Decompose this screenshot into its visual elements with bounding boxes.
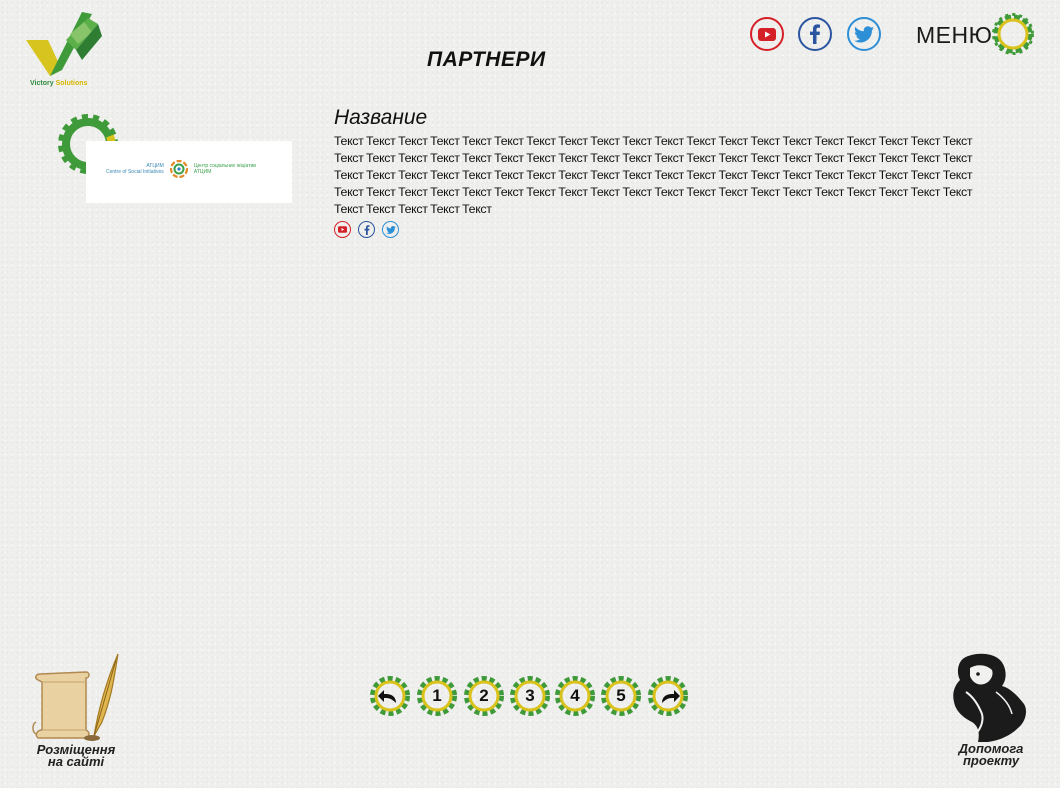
help-project-label[interactable]: Допомога проекту [950,742,1032,768]
page-title: ПАРТНЕРИ [427,48,546,71]
scroll-quill-icon [32,653,119,741]
menu-label[interactable]: МЕНЮ [916,22,992,49]
partner-youtube-button[interactable] [334,221,351,238]
logo-text-accent: Solutions [55,80,88,87]
page-number: 4 [570,686,580,705]
facebook-icon [810,24,820,44]
youtube-icon [338,226,347,233]
page-number: 1 [432,686,442,705]
twitter-icon [385,225,396,234]
placement-label-line2: на сайті [47,754,105,769]
menu-gear-button[interactable] [990,11,1036,57]
page-4-button[interactable]: 4 [553,674,597,718]
help-project-button[interactable] [944,652,1030,744]
page-number: 3 [525,686,535,705]
youtube-button[interactable] [750,17,784,51]
partner-twitter-button[interactable] [382,221,399,238]
logo-text-main: Victory [30,80,54,87]
page-prev-button[interactable] [368,674,412,718]
twitter-icon [854,25,874,42]
page-3-button[interactable]: 3 [508,674,552,718]
placement-label[interactable]: Розміщення на сайті [30,743,122,769]
facebook-button[interactable] [798,17,832,51]
redo-arrow-icon [662,690,680,703]
undo-arrow-icon [378,690,396,703]
page-next-button[interactable] [646,674,690,718]
victory-solutions-logo[interactable]: Victory Solutions [22,10,112,96]
partner-logo[interactable]: АТЦИМ Centre of Social Initiatives Центр… [86,141,292,203]
partner-name: Название [334,106,428,129]
help-label-line2: проекту [962,753,1020,768]
partner-description: Текст Текст Текст Текст Текст Текст Текс… [334,134,973,216]
partner-logo-left-line2: Centre of Social Initiatives [106,169,164,175]
donkey-icon [953,653,1026,742]
page-1-button[interactable]: 1 [415,674,459,718]
page-2-button[interactable]: 2 [462,674,506,718]
scroll-quill-button[interactable] [28,652,124,744]
partner-emblem-icon [169,159,188,179]
page-number: 2 [479,686,489,705]
gear-icon [992,13,1034,55]
partner-facebook-button[interactable] [358,221,375,238]
youtube-icon [758,27,776,41]
partner-logo-right-line2: АТЦИМ [193,169,212,175]
facebook-icon [364,224,369,235]
page-5-button[interactable]: 5 [599,674,643,718]
twitter-button[interactable] [847,17,881,51]
page-number: 5 [616,686,626,705]
